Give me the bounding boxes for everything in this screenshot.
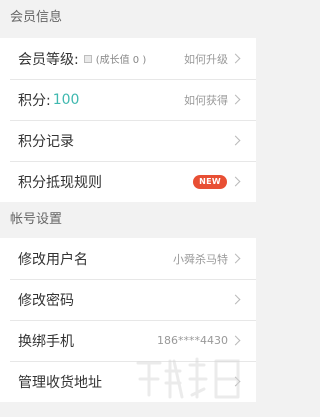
points-redeem-rules-label: 积分抵现规则 <box>18 174 102 191</box>
change-phone-row[interactable]: 换绑手机 186****4430 <box>0 320 256 361</box>
chevron-right-icon <box>232 334 242 348</box>
points-history-label: 积分记录 <box>18 133 74 150</box>
account-section-title: 帐号设置 <box>10 212 63 227</box>
member-section-header: 会员信息 <box>0 0 256 38</box>
chevron-right-icon <box>232 252 242 266</box>
points-row[interactable]: 积分: 100 如何获得 <box>0 79 256 120</box>
change-username-row[interactable]: 修改用户名 小舜杀马特 <box>0 238 256 279</box>
member-section-title: 会员信息 <box>10 10 63 25</box>
chevron-right-icon <box>232 52 242 66</box>
change-password-label: 修改密码 <box>18 292 74 309</box>
points-value: 100 <box>52 91 80 108</box>
change-phone-label: 换绑手机 <box>18 333 74 350</box>
member-info-card: 会员等级: (成长值 0 ) 如何升级 积分: 100 如何获得 积分记录 积分… <box>0 38 256 202</box>
member-level-row[interactable]: 会员等级: (成长值 0 ) 如何升级 <box>0 38 256 79</box>
chevron-right-icon <box>232 175 242 189</box>
member-level-label: 会员等级: <box>18 51 79 68</box>
how-to-earn-link[interactable]: 如何获得 <box>184 92 228 108</box>
account-settings-card: 修改用户名 小舜杀马特 修改密码 换绑手机 186****4430 管理收货地址 <box>0 238 256 402</box>
username-value: 小舜杀马特 <box>173 252 228 266</box>
chevron-right-icon <box>232 375 242 389</box>
change-username-label: 修改用户名 <box>18 251 88 268</box>
growth-value: (成长值 0 ) <box>95 55 147 66</box>
manage-address-row[interactable]: 管理收货地址 <box>0 361 256 402</box>
change-password-row[interactable]: 修改密码 <box>0 279 256 320</box>
level-badge-icon <box>83 54 92 63</box>
new-badge: NEW <box>193 174 227 189</box>
chevron-right-icon <box>232 134 242 148</box>
account-section-header: 帐号设置 <box>0 202 256 238</box>
chevron-right-icon <box>232 293 242 307</box>
points-label: 积分: <box>18 92 51 109</box>
points-redeem-rules-row[interactable]: 积分抵现规则 NEW <box>0 161 256 202</box>
chevron-right-icon <box>232 93 242 107</box>
phone-value: 186****4430 <box>157 334 228 347</box>
points-history-row[interactable]: 积分记录 <box>0 120 256 161</box>
manage-address-label: 管理收货地址 <box>18 374 102 391</box>
how-to-upgrade-link[interactable]: 如何升级 <box>184 51 228 67</box>
